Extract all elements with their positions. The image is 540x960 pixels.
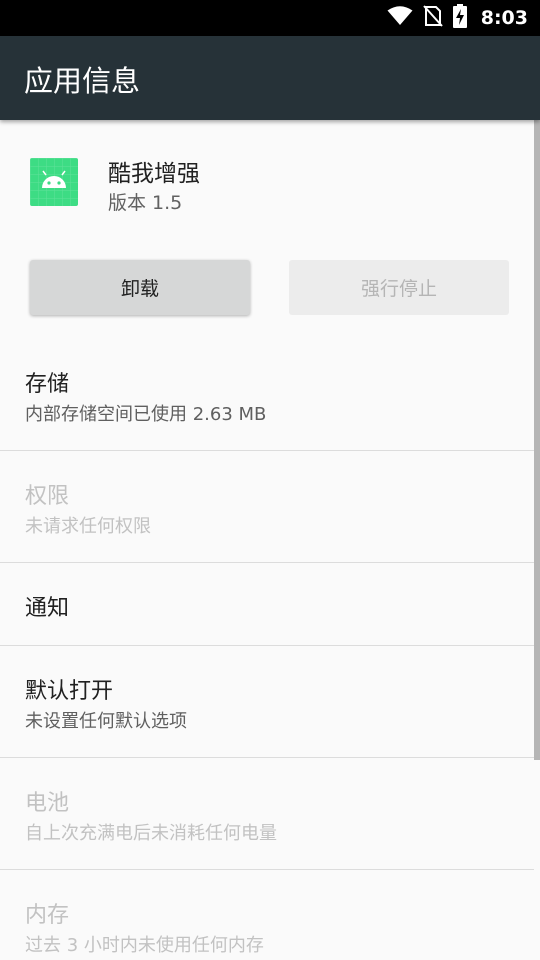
settings-item-battery: 电池 自上次充满电后未消耗任何电量: [0, 757, 534, 870]
settings-item-permissions: 权限 未请求任何权限: [0, 450, 534, 563]
status-time: 8:03: [480, 7, 528, 29]
app-version: 版本 1.5: [108, 192, 183, 214]
battery-title: 电池: [25, 791, 70, 816]
status-bar: 8:03: [0, 0, 540, 36]
open-by-default-subtitle: 未设置任何默认选项: [25, 711, 187, 732]
page-title: 应用信息: [24, 64, 141, 98]
settings-item-notifications[interactable]: 通知: [0, 562, 534, 646]
battery-subtitle: 自上次充满电后未消耗任何电量: [25, 823, 277, 844]
scrollbar[interactable]: [534, 120, 540, 760]
uninstall-button[interactable]: 卸载: [30, 260, 250, 315]
force-stop-button: 强行停止: [289, 260, 509, 315]
memory-title: 内存: [25, 903, 70, 928]
wifi-icon: [387, 6, 413, 30]
settings-item-memory: 内存 过去 3 小时内未使用任何内存: [0, 869, 534, 960]
app-info-content: 酷我增强 版本 1.5 卸载 强行停止 存储 内部存储空间已使用 2.63 MB…: [0, 120, 540, 960]
settings-item-storage[interactable]: 存储 内部存储空间已使用 2.63 MB: [0, 330, 534, 451]
open-by-default-title: 默认打开: [25, 679, 114, 704]
memory-subtitle: 过去 3 小时内未使用任何内存: [25, 935, 264, 956]
permissions-title: 权限: [25, 484, 70, 509]
battery-charging-icon: [452, 4, 467, 32]
no-sim-icon: [422, 5, 443, 31]
notifications-title: 通知: [25, 596, 70, 621]
android-icon: [30, 158, 78, 206]
permissions-subtitle: 未请求任何权限: [25, 516, 151, 537]
storage-title: 存储: [25, 372, 70, 397]
app-name: 酷我增强: [108, 161, 200, 187]
settings-item-open-by-default[interactable]: 默认打开 未设置任何默认选项: [0, 645, 534, 758]
status-icons: 8:03: [387, 0, 528, 36]
storage-subtitle: 内部存储空间已使用 2.63 MB: [25, 404, 267, 425]
app-bar: 应用信息: [0, 36, 540, 120]
app-header: 酷我增强 版本 1.5: [0, 120, 540, 240]
